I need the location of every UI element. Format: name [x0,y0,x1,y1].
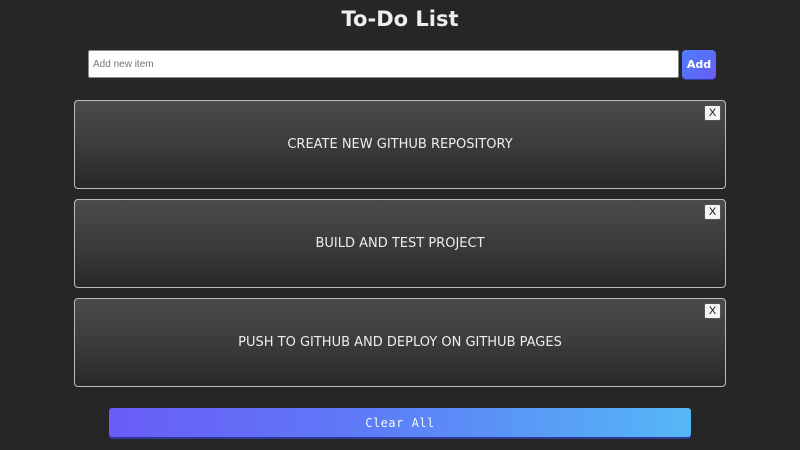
new-item-input[interactable] [88,50,679,78]
todo-item-text: PUSH TO GITHUB AND DEPLOY ON GITHUB PAGE… [238,335,562,350]
todo-item-text: BUILD AND TEST PROJECT [315,236,485,251]
todo-list: X CREATE NEW GITHUB REPOSITORY X BUILD A… [74,100,726,397]
todo-item: X CREATE NEW GITHUB REPOSITORY [74,100,726,189]
delete-item-button[interactable]: X [704,105,721,121]
todo-item: X PUSH TO GITHUB AND DEPLOY ON GITHUB PA… [74,298,726,387]
add-button[interactable]: Add [682,50,716,79]
page-title: To-Do List [341,7,459,31]
todo-item-text: CREATE NEW GITHUB REPOSITORY [287,137,513,152]
todo-item: X BUILD AND TEST PROJECT [74,199,726,288]
clear-all-button[interactable]: Clear All [109,408,691,437]
delete-item-button[interactable]: X [704,204,721,220]
delete-item-button[interactable]: X [704,303,721,319]
